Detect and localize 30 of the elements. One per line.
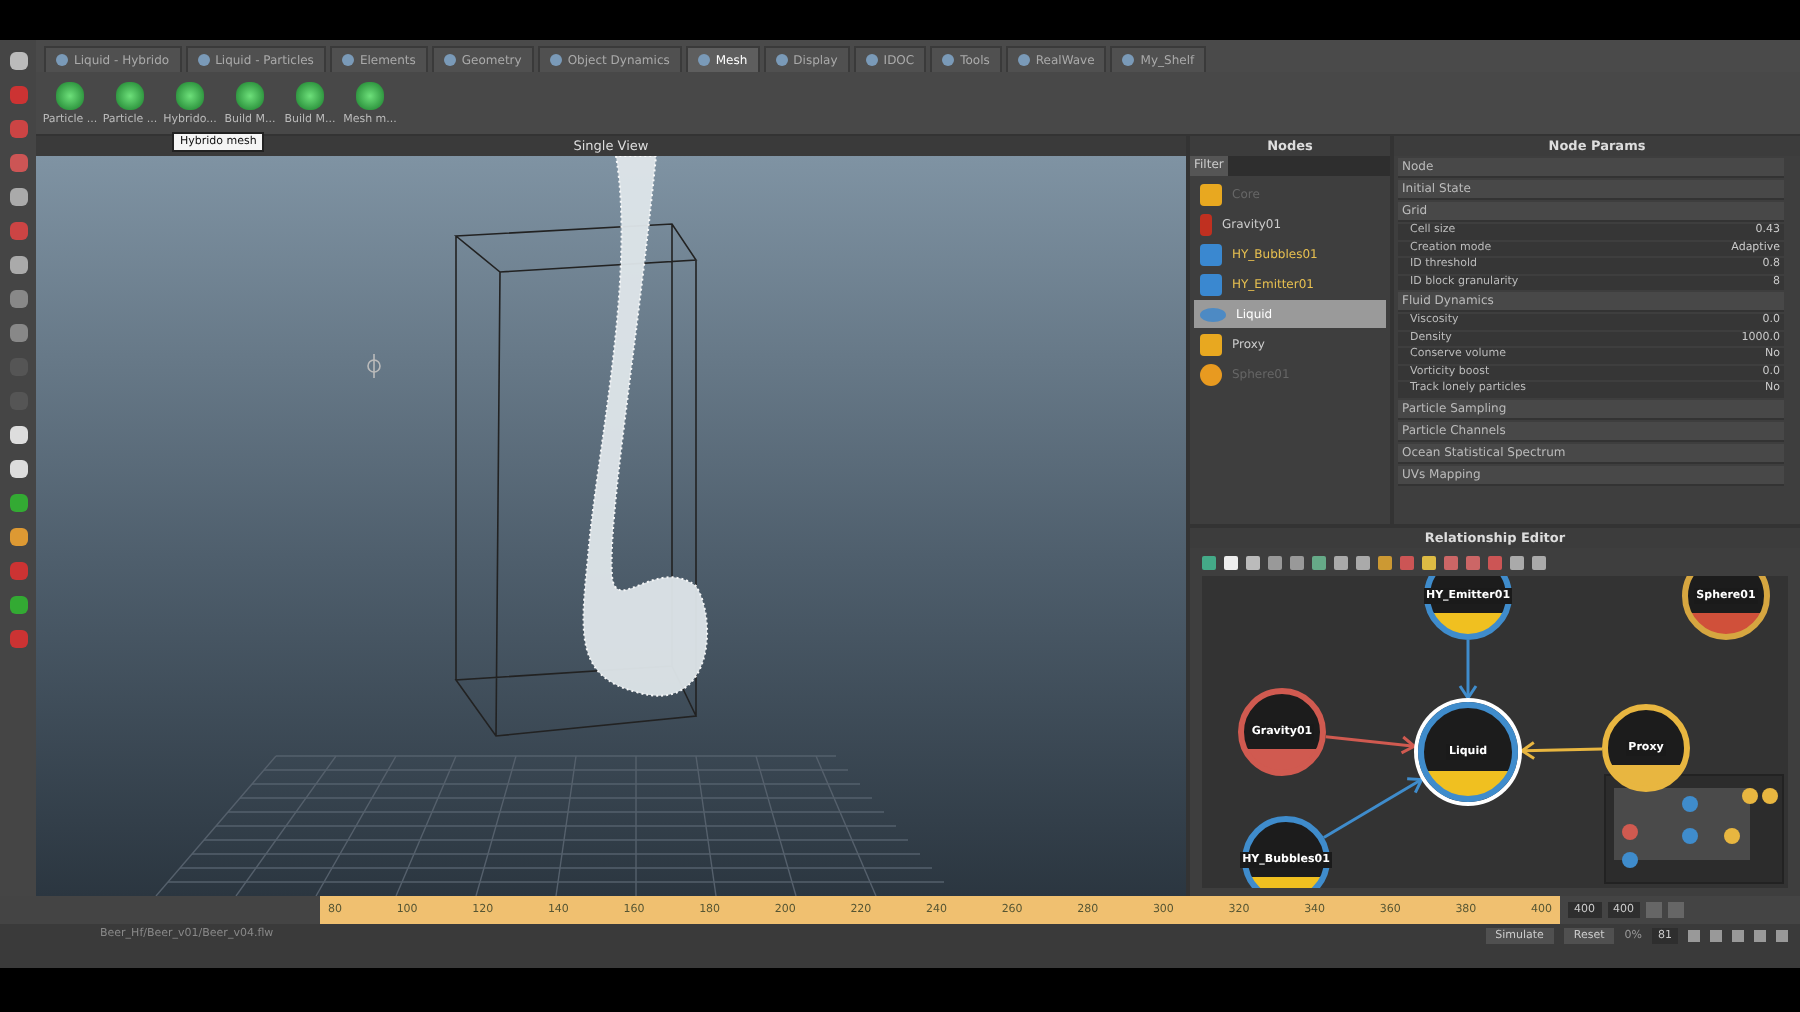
cube-icon	[1200, 273, 1222, 295]
tab-icon	[942, 54, 955, 66]
tab-icon	[697, 54, 710, 66]
filter-field[interactable]	[1227, 156, 1390, 176]
tab-icon	[197, 54, 210, 66]
crosshair-icon	[367, 353, 381, 379]
tab-icon	[1017, 54, 1030, 66]
blob-icon	[1200, 307, 1226, 321]
blob-icon	[116, 81, 144, 109]
tab-icon	[865, 54, 878, 66]
blob-icon	[56, 81, 84, 109]
connector-arrow	[1323, 777, 1424, 839]
tab-icon	[775, 54, 788, 66]
tab-icon	[443, 54, 456, 66]
blob-icon	[236, 81, 264, 109]
cube-icon	[1200, 333, 1222, 355]
tab-icon	[341, 54, 354, 66]
connector-arrow	[1325, 735, 1417, 755]
connector-arrow	[1519, 741, 1603, 760]
tab-icon	[1122, 54, 1135, 66]
blob-icon	[176, 81, 204, 109]
cube-icon	[1200, 213, 1212, 235]
sphere-icon	[1200, 363, 1222, 385]
cube-icon	[1200, 243, 1222, 265]
blob-icon	[356, 81, 384, 109]
cube-icon	[1200, 183, 1222, 205]
tab-icon	[56, 54, 68, 66]
blob-icon	[296, 81, 324, 109]
tab-icon	[549, 54, 562, 66]
connector-arrow	[1458, 640, 1478, 701]
